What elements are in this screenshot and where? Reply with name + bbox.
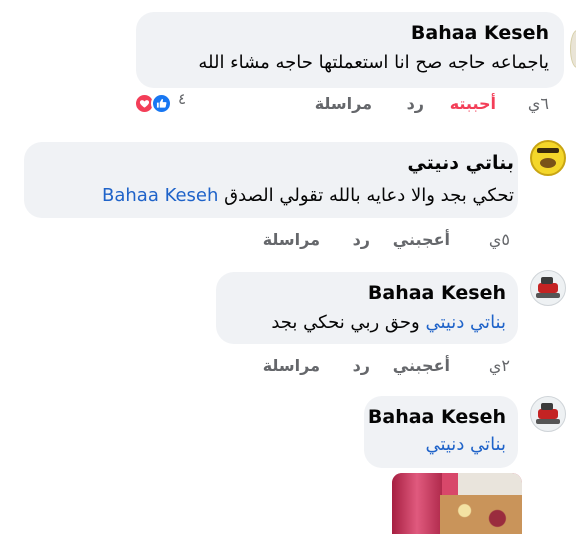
photo-fabric: [392, 473, 442, 534]
comment-author[interactable]: Bahaa Keseh: [411, 22, 549, 44]
avatar-decoration: [540, 158, 556, 168]
reaction-count: ٤: [178, 90, 187, 108]
avatar-decoration: [541, 403, 553, 410]
avatar[interactable]: [530, 270, 566, 306]
avatar[interactable]: [530, 140, 566, 176]
comment-author[interactable]: Bahaa Keseh: [368, 406, 506, 428]
mention-link[interactable]: Bahaa Keseh: [102, 185, 218, 206]
comment-text: تحكي بجد والا دعايه بالله تقولي الصدق Ba…: [102, 185, 514, 206]
message-button[interactable]: مراسلة: [263, 356, 320, 375]
comment-text-body: وحق ربي نحكي بجد: [271, 312, 420, 333]
avatar[interactable]: [530, 396, 566, 432]
comment-time[interactable]: ٢ي: [489, 356, 510, 375]
avatar-partial: [570, 30, 576, 68]
comment-time[interactable]: ٥ي: [489, 230, 510, 249]
reply-button[interactable]: رد: [407, 94, 424, 113]
avatar-decoration: [536, 293, 560, 298]
avatar-decoration: [538, 283, 558, 293]
reaction-summary[interactable]: ٤: [134, 90, 198, 116]
comment-text: ياجماعه حاجه صح انا استعملتها حاجه مشاء …: [198, 52, 549, 73]
comment-text: بناتي دنيتي وحق ربي نحكي بجد: [271, 312, 506, 333]
comment-photo[interactable]: [392, 473, 522, 534]
comment-text-body: تحكي بجد والا دعايه بالله تقولي الصدق: [224, 185, 514, 206]
reply-button[interactable]: رد: [353, 230, 370, 249]
avatar-decoration: [541, 277, 553, 284]
like-button[interactable]: أعجبني: [393, 356, 450, 375]
comment-time[interactable]: ٦ي: [528, 94, 549, 113]
mention-link[interactable]: بناتي دنيتي: [425, 312, 506, 333]
mention-link[interactable]: بناتي دنيتي: [425, 434, 506, 455]
avatar-decoration: [536, 419, 560, 424]
comment-author[interactable]: Bahaa Keseh: [368, 282, 506, 304]
message-button[interactable]: مراسلة: [315, 94, 372, 113]
like-icon: [151, 93, 172, 114]
like-button[interactable]: أعجبني: [393, 230, 450, 249]
like-button[interactable]: أحببته: [450, 94, 496, 113]
message-button[interactable]: مراسلة: [263, 230, 320, 249]
comment-author[interactable]: بناتي دنيتي: [407, 152, 514, 174]
avatar-decoration: [537, 148, 559, 153]
avatar-decoration: [538, 409, 558, 419]
reply-button[interactable]: رد: [353, 356, 370, 375]
photo-pattern: [440, 495, 522, 534]
